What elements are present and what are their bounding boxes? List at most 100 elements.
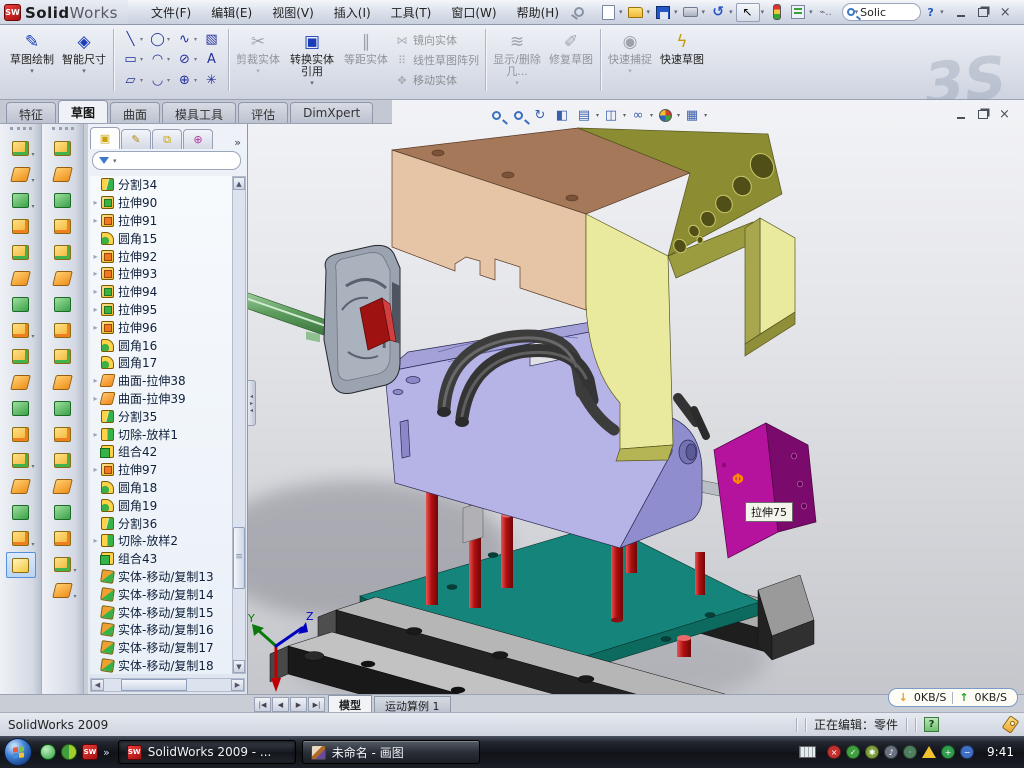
menu-item[interactable]: 插入(I) (325, 1, 380, 24)
menu-item[interactable]: 编辑(E) (202, 1, 261, 24)
thicken-icon[interactable] (50, 526, 76, 550)
menu-item[interactable]: 帮助(H) (508, 1, 568, 24)
tree-item[interactable]: 实体-移动/复制17 (90, 639, 232, 657)
toolbar-pin-icon[interactable] (574, 7, 584, 17)
tree-item[interactable]: 分割35 (90, 407, 232, 425)
magenta-slide-block[interactable]: Φ (714, 423, 816, 558)
expand-icon[interactable]: ▸ (90, 323, 101, 332)
messenger-icon[interactable] (40, 744, 56, 760)
open-icon[interactable] (626, 3, 646, 22)
linear-pattern-icon[interactable]: ▾ (8, 318, 34, 342)
fillet-icon[interactable]: ▾ (8, 188, 34, 212)
tree-item[interactable]: ▸拉伸96 (90, 318, 232, 336)
display-style-icon[interactable]: ◫ (601, 106, 621, 125)
run-macro-icon[interactable]: ⌁.. (816, 3, 836, 22)
expand-icon[interactable]: ▸ (90, 287, 101, 296)
revolved-surface-icon[interactable] (50, 162, 76, 186)
tab-评估[interactable]: 评估 (238, 102, 288, 123)
configurationmanager-tab-icon[interactable]: ⧉ (152, 129, 182, 149)
swept-boss-icon[interactable] (8, 266, 34, 290)
system-update-icon[interactable]: ✱ (865, 745, 879, 759)
menu-item[interactable]: 窗口(W) (442, 1, 505, 24)
untrim-surface-icon[interactable] (50, 474, 76, 498)
scroll-left-icon[interactable]: ◀ (91, 679, 104, 691)
menu-item[interactable]: 文件(F) (142, 1, 200, 24)
filled-surface-icon[interactable] (50, 240, 76, 264)
tree-vertical-scrollbar[interactable]: ▲ ▼ (232, 176, 246, 674)
scroll-down-icon[interactable]: ▼ (233, 660, 245, 673)
protection-shield-icon[interactable]: + (941, 745, 955, 759)
tree-item[interactable]: ▸拉伸92 (90, 247, 232, 265)
tree-item[interactable]: 组合42 (90, 443, 232, 461)
usb-device-icon[interactable]: · (903, 745, 917, 759)
surface-curve-icon[interactable]: ▾ (50, 578, 76, 602)
propertymanager-tab-icon[interactable]: ✎ (121, 129, 151, 149)
tree-item[interactable]: 圆角15 (90, 229, 232, 247)
panel-splitter-handle[interactable]: ◂▸◂ (248, 380, 256, 426)
instant3d-icon[interactable] (6, 552, 36, 578)
tree-item[interactable]: ▸切除-放样2 (90, 532, 232, 550)
reference-geometry-icon[interactable] (8, 500, 34, 524)
tree-horizontal-scrollbar[interactable]: ◀ ▶ (90, 678, 245, 692)
expand-icon[interactable]: ▸ (90, 465, 101, 474)
help-icon[interactable]: ? (921, 4, 940, 20)
tree-item[interactable]: 实体-移动/复制15 (90, 603, 232, 621)
solidworks-launcher-icon[interactable]: SW (82, 744, 98, 760)
print-icon[interactable] (681, 3, 701, 22)
sketch-entity-icon[interactable]: A (202, 50, 221, 69)
select-icon[interactable]: ↖ (736, 3, 760, 22)
expand-icon[interactable]: ▸ (90, 269, 101, 278)
save-icon[interactable] (653, 3, 673, 22)
scroll-up-icon[interactable]: ▲ (233, 177, 245, 190)
body-join-icon[interactable] (8, 396, 34, 420)
curves-icon[interactable]: ▾ (8, 526, 34, 550)
lofted-boss-icon[interactable] (8, 214, 34, 238)
extruded-surface-icon[interactable] (50, 188, 76, 212)
tags-icon[interactable] (1002, 715, 1020, 734)
revolved-boss-icon[interactable] (8, 240, 34, 264)
base-right-block[interactable] (758, 575, 814, 660)
sync-status-icon[interactable]: − (960, 745, 974, 759)
tree-item[interactable]: ▸拉伸90 (90, 194, 232, 212)
nozzle-block[interactable] (324, 245, 400, 393)
sketch-entity-icon[interactable]: ✳ (202, 71, 221, 90)
options-icon[interactable] (788, 3, 808, 22)
expand-icon[interactable]: ▸ (90, 216, 101, 225)
ruled-surface-icon[interactable]: ▾ (50, 552, 76, 576)
scrollbar-thumb[interactable] (233, 527, 245, 589)
hide-show-items-icon[interactable]: ∞ (628, 106, 648, 125)
extruded-boss-icon[interactable]: ▾ (8, 136, 34, 160)
menu-item[interactable]: 视图(V) (263, 1, 323, 24)
lofted-surface-icon[interactable] (50, 318, 76, 342)
expand-icon[interactable]: ▸ (90, 198, 101, 207)
split-icon[interactable] (8, 344, 34, 368)
new-document-icon[interactable] (598, 3, 618, 22)
expand-icon[interactable]: ▸ (90, 252, 101, 261)
doc-minimize-button[interactable] (951, 106, 970, 122)
panel-tabs-more-icon[interactable]: » (230, 136, 245, 149)
next-tab-icon[interactable]: ▶ (290, 697, 307, 712)
extend-surface-icon[interactable] (50, 422, 76, 446)
prev-tab-icon[interactable]: ◀ (272, 697, 289, 712)
appearance-icon[interactable] (655, 106, 675, 125)
warning-icon[interactable] (922, 746, 936, 758)
undo-icon[interactable]: ↺ (708, 3, 728, 22)
tree-item[interactable]: 分割34 (90, 176, 232, 194)
viewport-3d[interactable]: Φ (248, 100, 1024, 694)
swept-surface-icon[interactable] (50, 136, 76, 160)
sketch-entity-icon[interactable]: ╲ (121, 30, 140, 49)
sketch-entity-icon[interactable]: ▧ (202, 30, 221, 49)
tab-motion-study[interactable]: 运动算例 1 (374, 696, 451, 712)
planar-surface-icon[interactable] (50, 292, 76, 316)
tree-item[interactable]: ▸拉伸95 (90, 301, 232, 319)
tree-item[interactable]: ▸拉伸97 (90, 461, 232, 479)
media-player-icon[interactable] (61, 744, 77, 760)
search-box[interactable]: ▾ (842, 3, 922, 21)
rotate-view-icon[interactable]: ↻ (530, 106, 550, 125)
expand-icon[interactable]: ▸ (90, 305, 101, 314)
extruded-cut-icon[interactable]: ▾ (8, 162, 34, 186)
expand-icon[interactable]: ▸ (90, 536, 101, 545)
sketch-entity-icon[interactable]: ⊕ (175, 71, 194, 90)
tree-item[interactable]: 组合43 (90, 550, 232, 568)
sketch-entity-icon[interactable]: ∿ (175, 30, 194, 49)
